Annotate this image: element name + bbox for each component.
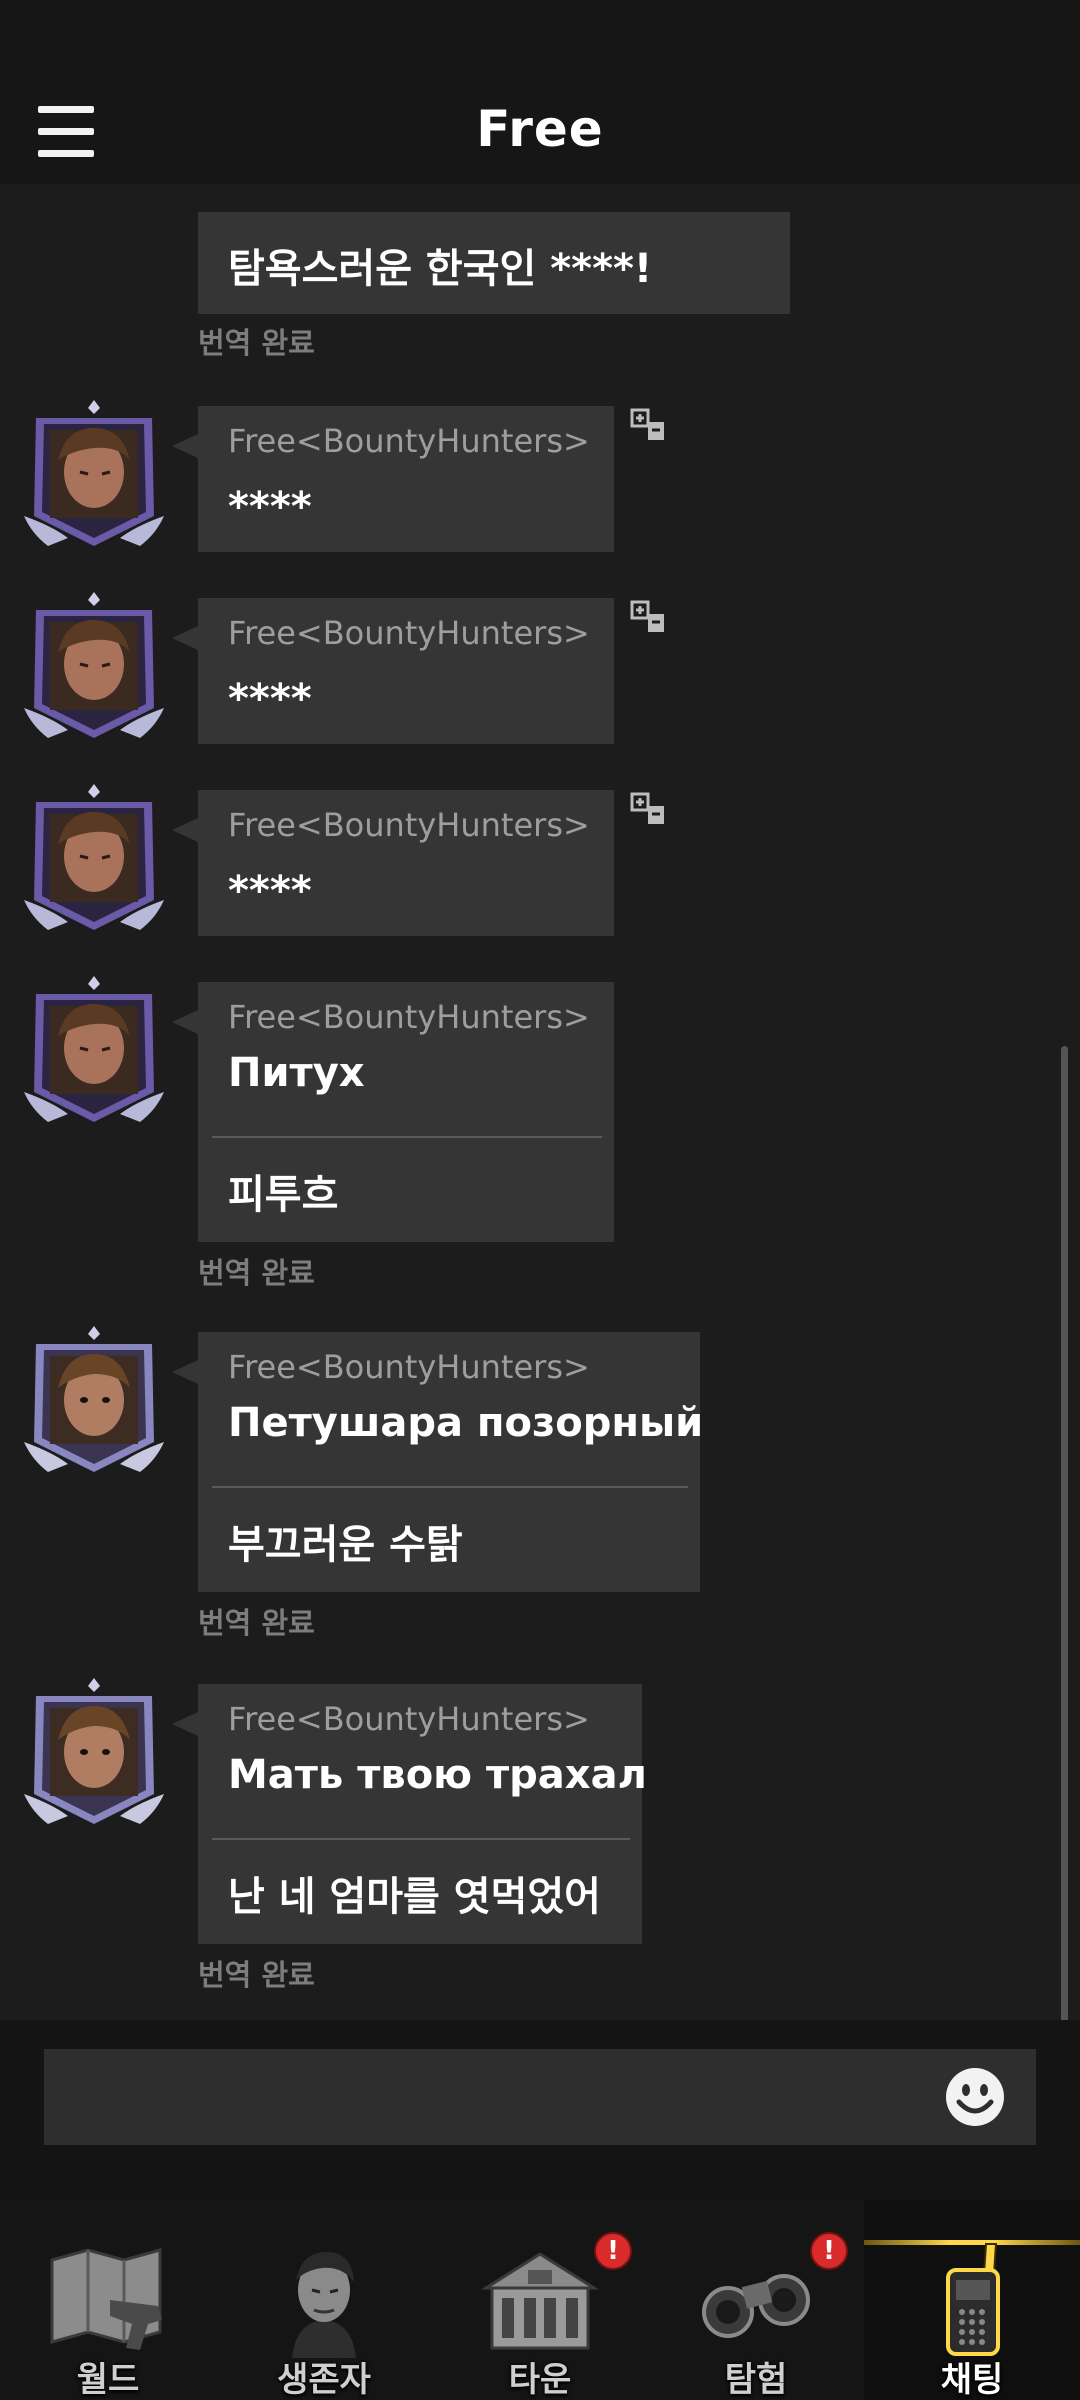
sender-name: Free<BountyHunters> xyxy=(228,1348,590,1386)
avatar[interactable] xyxy=(22,1676,166,1828)
alert-badge: ! xyxy=(810,2232,848,2270)
chat-message-list[interactable]: 탐욕스러운 한국인 ****! 번역 완료 Free<BountyHunters… xyxy=(0,184,1080,2020)
bottom-navigation: 월드 생존자 ! 타운 ! 탐험 채팅 xyxy=(0,2200,1080,2400)
message-bubble: Free<BountyHunters> Питух 피투흐 xyxy=(172,982,614,1242)
message-bubble: Free<BountyHunters> Петушара позорный 부끄… xyxy=(172,1332,704,1592)
translation-divider xyxy=(212,1486,688,1488)
binoculars-icon xyxy=(702,2274,810,2338)
avatar[interactable] xyxy=(22,1324,166,1476)
message-text: Питух xyxy=(228,1050,365,1096)
status-bar xyxy=(0,0,1080,78)
message-bubble: Free<BountyHunters> **** xyxy=(172,790,614,936)
chat-scrollbar[interactable] xyxy=(1061,1046,1068,2020)
message-bubble: 탐욕스러운 한국인 ****! xyxy=(198,212,790,314)
nav-label: 생존자 xyxy=(277,2360,371,2400)
message-text: **** xyxy=(228,868,312,914)
survivor-icon xyxy=(292,2252,356,2358)
translate-icon[interactable] xyxy=(630,406,668,444)
message-text: **** xyxy=(228,484,312,530)
sender-name: Free<BountyHunters> xyxy=(228,614,590,652)
message-text: Петушара позорный xyxy=(228,1400,704,1446)
translate-icon[interactable] xyxy=(630,790,668,828)
sender-name: Free<BountyHunters> xyxy=(228,998,590,1036)
message-text: **** xyxy=(228,676,312,722)
nav-label: 채팅 xyxy=(940,2360,1004,2400)
sender-name: Free<BountyHunters> xyxy=(228,1700,590,1738)
nav-label: 타운 xyxy=(508,2360,572,2400)
translate-icon[interactable] xyxy=(630,598,668,636)
nav-label: 월드 xyxy=(76,2360,140,2400)
nav-label: 탐험 xyxy=(724,2360,788,2400)
channel-title: Free xyxy=(476,100,604,158)
walkie-talkie-icon xyxy=(946,2243,1000,2356)
nav-tab-town[interactable]: ! 타운 xyxy=(432,2200,648,2400)
chat-input-area xyxy=(0,2020,1080,2200)
message-bubble: Free<BountyHunters> **** xyxy=(172,598,614,744)
town-building-icon xyxy=(480,2252,600,2350)
translation-status: 번역 완료 xyxy=(198,1256,315,1290)
nav-tab-chat[interactable]: 채팅 xyxy=(864,2200,1080,2400)
translated-text: 피투흐 xyxy=(228,1172,339,1218)
nav-tab-world[interactable]: 월드 xyxy=(0,2200,216,2400)
translation-status: 번역 완료 xyxy=(198,1958,315,1992)
translation-divider xyxy=(212,1136,602,1138)
avatar[interactable] xyxy=(22,590,166,742)
chat-input[interactable] xyxy=(44,2049,1036,2145)
translation-status: 번역 완료 xyxy=(198,326,315,360)
sender-name: Free<BountyHunters> xyxy=(228,422,590,460)
alert-badge: ! xyxy=(594,2232,632,2270)
message-text: Мать твою трахал xyxy=(228,1752,647,1798)
avatar[interactable] xyxy=(22,782,166,934)
emoji-icon[interactable] xyxy=(944,2066,1006,2128)
message-text: 탐욕스러운 한국인 ****! xyxy=(228,246,653,292)
translation-status: 번역 완료 xyxy=(198,1606,315,1640)
sender-name: Free<BountyHunters> xyxy=(228,806,590,844)
message-bubble: Free<BountyHunters> **** xyxy=(172,406,614,552)
avatar[interactable] xyxy=(22,398,166,550)
world-map-icon xyxy=(50,2248,162,2350)
header: Free xyxy=(0,78,1080,184)
translated-text: 난 네 엄마를 엿먹었어 xyxy=(228,1874,601,1920)
translated-text: 부끄러운 수탉 xyxy=(228,1522,463,1568)
avatar[interactable] xyxy=(22,974,166,1126)
message-bubble: Free<BountyHunters> Мать твою трахал 난 네… xyxy=(172,1684,647,1944)
translation-divider xyxy=(212,1838,630,1840)
nav-tab-explore[interactable]: ! 탐험 xyxy=(648,2200,864,2400)
nav-tab-survivors[interactable]: 생존자 xyxy=(216,2200,432,2400)
